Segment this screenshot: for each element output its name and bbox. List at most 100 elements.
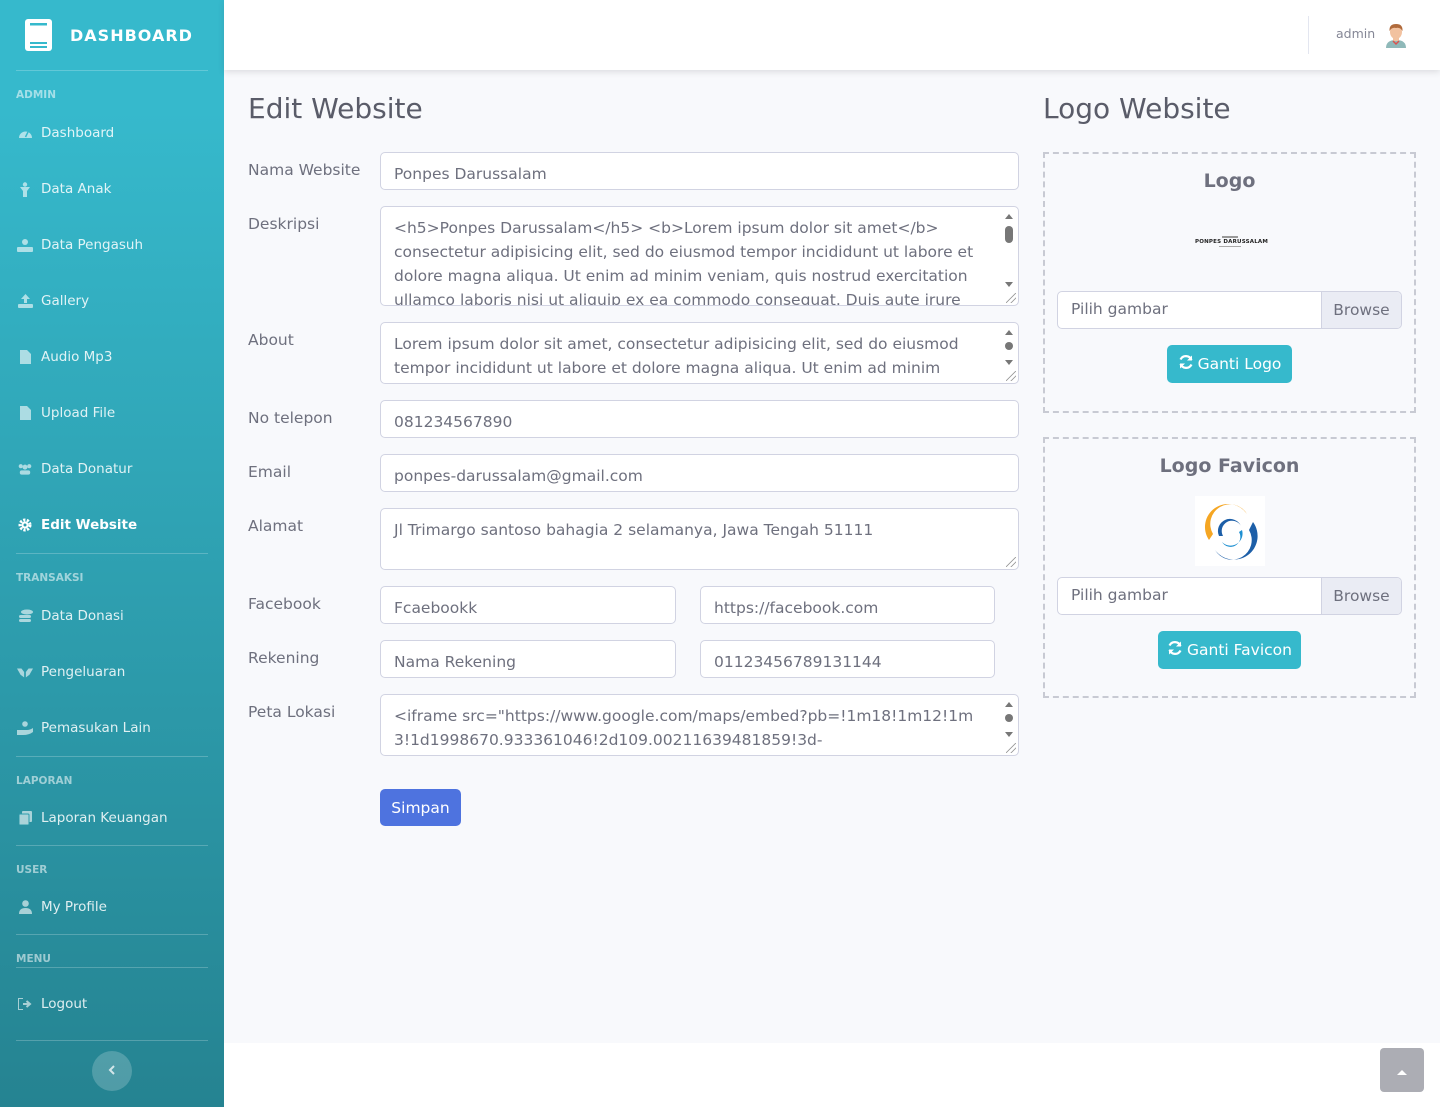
rekening-name-input[interactable]: Nama Rekening [380, 640, 676, 678]
deskripsi-scrollbar[interactable] [1002, 208, 1017, 291]
sidebar-item-label: Logout [41, 996, 88, 1012]
file-audio-icon [17, 349, 33, 365]
chevron-up-icon [1396, 1061, 1408, 1080]
alamat-label: Alamat [248, 517, 304, 535]
sidebar-item-pemasukan-lain[interactable]: Pemasukan Lain [0, 700, 224, 756]
sidebar-item-data-donasi[interactable]: Data Donasi [0, 588, 224, 644]
rekening-label: Rekening [248, 649, 320, 667]
facebook-name-input[interactable]: Fcaebookk [380, 586, 676, 624]
peta-lokasi-text: <iframe src="https://www.google.com/maps… [394, 707, 974, 749]
alamat-text: Jl Trimargo santoso bahagia 2 selamanya,… [394, 521, 874, 539]
logo-file-input[interactable]: Pilih gambar Browse [1057, 291, 1402, 329]
sidebar-item-gallery[interactable]: Gallery [0, 273, 224, 329]
sidebar-item-label: Data Donatur [41, 461, 133, 477]
sidebar-item-label: Gallery [41, 293, 90, 309]
sidebar-item-edit-website[interactable]: Edit Website [0, 497, 224, 553]
sidebar-item-pengeluaran[interactable]: Pengeluaran [0, 644, 224, 700]
sync-icon [1178, 354, 1194, 374]
sign-out-icon [17, 996, 33, 1012]
sync-icon [1167, 640, 1183, 660]
logo-browse-button[interactable]: Browse [1321, 292, 1401, 328]
logo-image-text: PONPES DARUSSALAM [1195, 239, 1269, 245]
sidebar-item-label: Dashboard [41, 125, 115, 141]
brand-title: DASHBOARD [70, 25, 193, 45]
logo-image: PONPES DARUSSALAM [1195, 236, 1269, 250]
logo-website-title: Logo Website [1043, 92, 1231, 125]
sidebar-brand[interactable]: DASHBOARD [0, 0, 224, 70]
about-label: About [248, 331, 294, 349]
sidebar-item-data-donatur[interactable]: Data Donatur [0, 441, 224, 497]
alamat-textarea[interactable]: Jl Trimargo santoso bahagia 2 selamanya,… [380, 508, 1019, 570]
sidebar-item-label: My Profile [41, 899, 107, 915]
sidebar-item-label: Data Pengasuh [41, 237, 144, 253]
child-icon [17, 181, 33, 197]
hands-icon [17, 664, 33, 680]
about-textarea[interactable]: Lorem ipsum dolor sit amet, consectetur … [380, 322, 1019, 384]
about-text: Lorem ipsum dolor sit amet, consectetur … [394, 335, 959, 377]
sidebar-item-audio-mp3[interactable]: Audio Mp3 [0, 329, 224, 385]
hand-holding-icon [17, 720, 33, 736]
nama-website-label: Nama Website [248, 161, 361, 179]
user-icon [17, 899, 33, 915]
footer [224, 1043, 1440, 1107]
resize-handle[interactable] [1006, 293, 1016, 303]
sidebar-item-my-profile[interactable]: My Profile [0, 880, 224, 934]
favicon-file-input[interactable]: Pilih gambar Browse [1057, 577, 1402, 615]
chevron-left-icon [108, 1063, 116, 1079]
sidebar-item-logout[interactable]: Logout [0, 968, 224, 1040]
rekening-number-input[interactable]: 01123456789131144 [700, 640, 995, 678]
sidebar-toggle-button[interactable] [92, 1051, 132, 1091]
resize-handle[interactable] [1006, 371, 1016, 381]
upload-icon [17, 293, 33, 309]
user-name[interactable]: admin [1336, 26, 1375, 41]
user-caregiver-icon [17, 237, 33, 253]
nama-website-input[interactable]: Ponpes Darussalam [380, 152, 1019, 190]
ganti-logo-label: Ganti Logo [1197, 355, 1282, 373]
sidebar-heading-user: USER [16, 864, 48, 876]
cog-icon [17, 517, 33, 533]
no-telepon-label: No telepon [248, 409, 333, 427]
sidebar-item-data-pengasuh[interactable]: Data Pengasuh [0, 217, 224, 273]
sidebar-item-dashboard[interactable]: Dashboard [0, 105, 224, 161]
sidebar-heading-admin: ADMIN [16, 89, 56, 101]
resize-handle[interactable] [1006, 743, 1016, 753]
sidebar-heading-menu: MENU [16, 953, 51, 965]
logo-file-placeholder: Pilih gambar [1071, 300, 1168, 318]
sidebar-item-label: Pemasukan Lain [41, 720, 151, 736]
ganti-favicon-button[interactable]: Ganti Favicon [1158, 631, 1301, 669]
deskripsi-textarea[interactable]: <h5>Ponpes Darussalam</h5> <b>Lorem ipsu… [380, 206, 1019, 306]
users-icon [17, 461, 33, 477]
copy-icon [17, 810, 33, 826]
scroll-to-top-button[interactable] [1380, 1048, 1424, 1092]
topbar-divider [1308, 16, 1309, 54]
favicon-panel: Logo Favicon Pilih gambar Browse Ganti F… [1043, 437, 1416, 698]
resize-handle[interactable] [1006, 557, 1016, 567]
file-icon [17, 405, 33, 421]
sidebar-item-laporan-keuangan[interactable]: Laporan Keuangan [0, 791, 224, 845]
sidebar-item-label: Audio Mp3 [41, 349, 113, 365]
ganti-logo-button[interactable]: Ganti Logo [1167, 345, 1292, 383]
sidebar-heading-laporan: LAPORAN [16, 775, 73, 787]
peta-lokasi-scrollbar[interactable] [1002, 696, 1017, 741]
sidebar-item-data-anak[interactable]: Data Anak [0, 161, 224, 217]
email-input[interactable]: ponpes-darussalam@gmail.com [380, 454, 1019, 492]
user-avatar-icon[interactable] [1384, 22, 1408, 48]
page-title: Edit Website [248, 92, 423, 125]
facebook-label: Facebook [248, 595, 321, 613]
logo-heading: Logo [1203, 170, 1256, 192]
simpan-button[interactable]: Simpan [380, 789, 461, 826]
deskripsi-text: <h5>Ponpes Darussalam</h5> <b>Lorem ipsu… [394, 219, 974, 306]
coins-icon [17, 608, 33, 624]
favicon-image [1195, 496, 1265, 566]
sidebar-item-label: Upload File [41, 405, 116, 421]
sidebar: DASHBOARD ADMIN Dashboard Data Anak Data… [0, 0, 224, 1107]
peta-lokasi-textarea[interactable]: <iframe src="https://www.google.com/maps… [380, 694, 1019, 756]
favicon-browse-button[interactable]: Browse [1321, 578, 1401, 614]
sidebar-item-label: Laporan Keuangan [41, 810, 168, 826]
facebook-url-input[interactable]: https://facebook.com [700, 586, 995, 624]
peta-lokasi-label: Peta Lokasi [248, 703, 336, 721]
sidebar-item-upload-file[interactable]: Upload File [0, 385, 224, 441]
no-telepon-input[interactable]: 081234567890 [380, 400, 1019, 438]
about-scrollbar[interactable] [1002, 324, 1017, 369]
sidebar-heading-transaksi: TRANSAKSI [16, 572, 84, 584]
